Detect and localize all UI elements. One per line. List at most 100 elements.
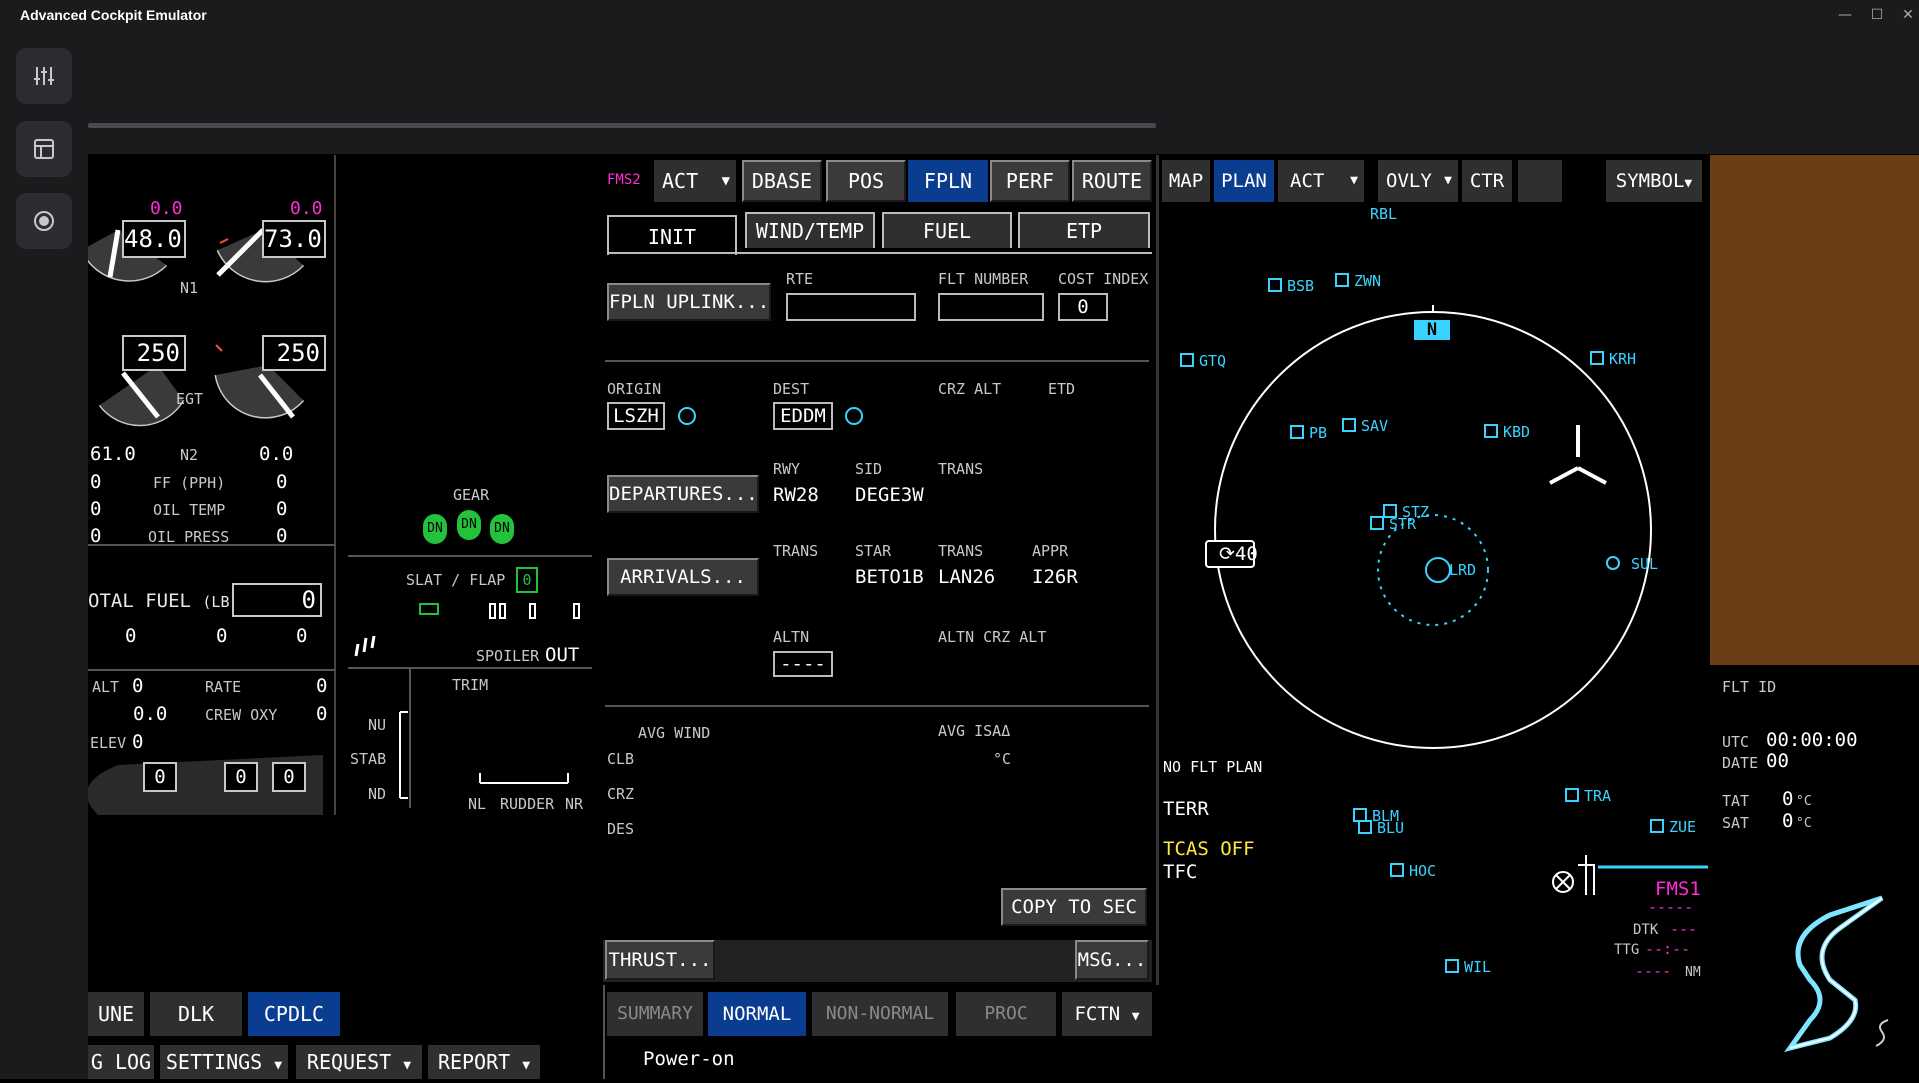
fms-waypoint-dashes: -----: [1648, 898, 1694, 916]
divider: [603, 985, 605, 1079]
dest-input[interactable]: EDDM: [773, 402, 833, 430]
des-label: DES: [607, 820, 635, 838]
fctn-menu[interactable]: FCTN ▼: [1062, 992, 1152, 1036]
copy-to-sec-button[interactable]: COPY TO SEC: [1001, 888, 1147, 926]
fpln-button[interactable]: FPLN: [908, 160, 988, 202]
cost-index-input[interactable]: 0: [1058, 293, 1108, 321]
waypoint-icon: [1342, 418, 1356, 432]
request-menu[interactable]: REQUEST ▼: [296, 1045, 422, 1079]
tcas-off-label[interactable]: TCAS OFF: [1163, 838, 1255, 860]
arrivals-button[interactable]: ARRIVALS...: [607, 558, 759, 596]
altn-input[interactable]: ----: [773, 651, 833, 677]
fuel-tank-right: 0: [296, 625, 308, 647]
pos-button[interactable]: POS: [826, 160, 906, 202]
cost-index-label: COST INDEX: [1058, 270, 1149, 288]
cpdlc-button[interactable]: CPDLC: [248, 992, 340, 1036]
sidebar-item-layout[interactable]: [16, 121, 72, 177]
settings-menu[interactable]: SETTINGS ▼: [160, 1045, 288, 1079]
star-value[interactable]: BETO1B: [855, 566, 924, 588]
dbase-button[interactable]: DBASE: [742, 160, 822, 202]
close-button[interactable]: ✕: [1893, 4, 1919, 26]
origin-map-icon[interactable]: [678, 407, 696, 425]
perf-button[interactable]: PERF: [990, 160, 1070, 202]
gear-left-indicator: DN: [423, 514, 447, 544]
waypoint-icon: [1445, 959, 1459, 973]
star-trans-value[interactable]: LAN26: [938, 566, 995, 588]
waypoint[interactable]: RBL: [1370, 205, 1397, 223]
rte-label: RTE: [786, 270, 814, 288]
waypoint[interactable]: ZUE: [1650, 818, 1696, 836]
minimize-button[interactable]: —: [1830, 4, 1860, 26]
departures-button[interactable]: DEPARTURES...: [607, 475, 759, 513]
appr-value[interactable]: I26R: [1032, 566, 1078, 588]
waypoint-destination[interactable]: LRD: [1449, 561, 1476, 579]
layout-icon: [34, 139, 54, 159]
waypoint[interactable]: ZWN: [1335, 272, 1381, 290]
rwy-value[interactable]: RW28: [773, 484, 819, 506]
msg-button[interactable]: MSG...: [1075, 940, 1149, 980]
flt-number-input[interactable]: [938, 293, 1044, 321]
fms-label: FMS2: [607, 172, 641, 188]
waypoint[interactable]: KRH: [1590, 350, 1636, 368]
tune-button[interactable]: UNE: [88, 992, 144, 1036]
ctr-button[interactable]: CTR: [1462, 160, 1512, 202]
waypoint[interactable]: SAV: [1342, 417, 1388, 435]
star-label: STAR: [855, 542, 892, 560]
sliders-icon: [34, 67, 54, 85]
origin-input[interactable]: LSZH: [607, 402, 665, 430]
sidebar-item-record[interactable]: [16, 193, 72, 249]
waypoint[interactable]: STR: [1370, 515, 1416, 533]
map-act-select[interactable]: ACT ▼: [1278, 160, 1364, 202]
fms-act-select[interactable]: ACT ▼: [654, 160, 736, 202]
terr-label[interactable]: TERR: [1163, 798, 1209, 820]
chevron-down-icon: ▼: [1131, 1009, 1140, 1024]
thrust-button[interactable]: THRUST...: [605, 940, 715, 980]
maximize-button[interactable]: ☐: [1862, 4, 1892, 26]
sid-value[interactable]: DEGE3W: [855, 484, 924, 506]
avg-isa-label: AVG ISAΔ: [938, 722, 1011, 740]
waypoint[interactable]: BLU: [1358, 819, 1404, 837]
rte-input[interactable]: [786, 293, 916, 321]
waypoint[interactable]: BSB: [1268, 277, 1314, 295]
oil-press-left: 0: [90, 525, 102, 547]
tab-fuel[interactable]: FUEL: [882, 212, 1012, 248]
route-button[interactable]: ROUTE: [1072, 160, 1152, 202]
tab-proc[interactable]: PROC: [956, 992, 1056, 1036]
sid-label: SID: [855, 460, 883, 478]
ovly-menu[interactable]: OVLY ▼: [1378, 160, 1458, 202]
tab-wind-temp[interactable]: WIND/TEMP: [745, 212, 875, 248]
dest-map-icon[interactable]: [845, 407, 863, 425]
waypoint[interactable]: GTQ: [1180, 352, 1226, 370]
log-button[interactable]: G LOG: [88, 1045, 154, 1079]
tfc-label[interactable]: TFC: [1163, 861, 1197, 883]
range-readout[interactable]: ⟳40: [1219, 543, 1258, 565]
waypoint[interactable]: WIL: [1445, 958, 1491, 976]
n1-left-readout: 48.0: [122, 220, 186, 258]
dlk-button[interactable]: DLK: [150, 992, 242, 1036]
fuel-tank-left: 0: [125, 625, 137, 647]
sat-value: 0: [1782, 810, 1794, 832]
divider: [605, 705, 1149, 707]
plan-button[interactable]: PLAN: [1214, 160, 1274, 202]
tab-non-normal[interactable]: NON-NORMAL: [812, 992, 948, 1036]
ttg-label: TTG: [1614, 942, 1640, 958]
checklist-item[interactable]: Power-on: [643, 1048, 735, 1070]
tab-summary[interactable]: SUMMARY: [607, 992, 703, 1036]
blank-button[interactable]: [1518, 160, 1562, 202]
ff-label: FF (PPH): [153, 474, 226, 492]
tab-etp[interactable]: ETP: [1018, 212, 1150, 248]
scrollbar[interactable]: [88, 123, 1156, 128]
fpln-uplink-button[interactable]: FPLN UPLINK...: [607, 283, 771, 321]
sidebar-item-settings[interactable]: [16, 48, 72, 104]
tab-normal[interactable]: NORMAL: [708, 992, 806, 1036]
waypoint[interactable]: SUL: [1631, 555, 1658, 573]
waypoint[interactable]: HOC: [1390, 862, 1436, 880]
waypoint[interactable]: TRA: [1565, 787, 1611, 805]
waypoint-icon: [1335, 273, 1349, 287]
symbol-menu[interactable]: SYMBOL▼: [1606, 160, 1702, 202]
waypoint[interactable]: PB: [1290, 424, 1327, 442]
tab-init[interactable]: INIT: [607, 215, 737, 255]
waypoint[interactable]: KBD: [1484, 423, 1530, 441]
map-button[interactable]: MAP: [1162, 160, 1210, 202]
report-menu[interactable]: REPORT ▼: [428, 1045, 540, 1079]
